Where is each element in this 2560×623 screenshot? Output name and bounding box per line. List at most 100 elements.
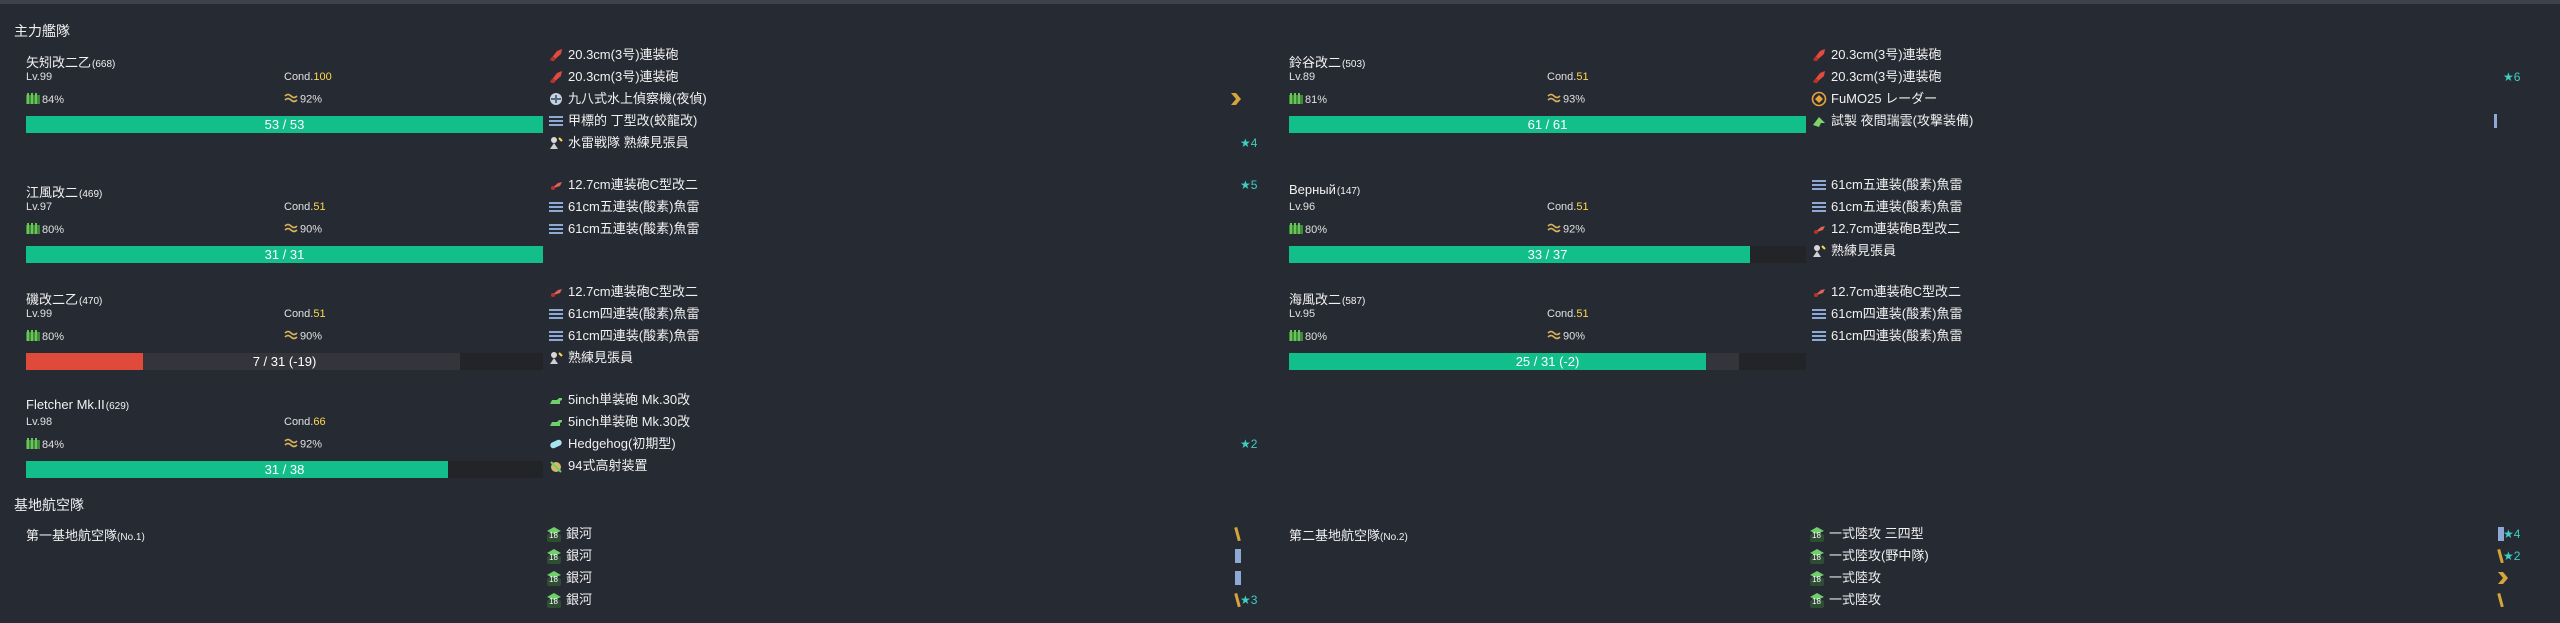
- squadron-slot[interactable]: 18 銀河: [546, 546, 592, 566]
- plane-count: 18: [1812, 574, 1821, 584]
- ship-cond: Cond.51: [1547, 71, 1589, 83]
- equipment-name: 5inch単装砲 Mk.30改: [568, 392, 691, 407]
- ship-cond: Cond.51: [284, 308, 326, 320]
- equipment-slot[interactable]: 熟練見張員: [1811, 241, 1896, 261]
- equipment-slot[interactable]: 水雷戦隊 熟練見張員: [548, 133, 689, 153]
- equipment-slot[interactable]: 12.7cm連装砲C型改二: [1811, 282, 1961, 302]
- equipment-name: 5inch単装砲 Mk.30改: [568, 414, 691, 429]
- equipment-name: 61cm五連装(酸素)魚雷: [568, 199, 700, 214]
- base-name[interactable]: 第一基地航空隊(No.1): [26, 525, 145, 544]
- ship-name-text: 矢矧改二乙: [26, 55, 92, 70]
- squadron-name: 一式陸攻: [1829, 570, 1882, 585]
- equipment-name: 12.7cm連装砲C型改二: [1831, 284, 1962, 299]
- ship-ammo: 80%: [1289, 223, 1327, 237]
- base-id: (No.1): [117, 532, 145, 543]
- equipment-slot[interactable]: 94式高射装置: [548, 456, 647, 476]
- proficiency-icon: [2497, 571, 2509, 588]
- ship-fuel: 90%: [284, 330, 322, 343]
- hp-bar: 53 / 53: [26, 116, 543, 133]
- equipment-slot[interactable]: 12.7cm連装砲B型改二: [1811, 219, 1960, 239]
- ship-name-text: 鈴谷改二: [1289, 55, 1342, 70]
- hp-bar: 61 / 61: [1289, 116, 1806, 133]
- equipment-slot[interactable]: 試製 夜間瑞雲(攻撃装備): [1811, 111, 1973, 131]
- ship-name[interactable]: 矢矧改二乙(668): [26, 52, 115, 71]
- squadron-name: 一式陸攻(野中隊): [1829, 548, 1929, 563]
- squadron-slot[interactable]: 18 一式陸攻: [1809, 590, 1881, 610]
- ship-level: Lv.98: [26, 416, 53, 428]
- cond-label: Cond.: [284, 71, 314, 83]
- equipment-name: 20.3cm(3号)連装砲: [568, 47, 679, 62]
- equipment-slot[interactable]: 5inch単装砲 Mk.30改: [548, 390, 690, 410]
- equipment-slot[interactable]: 61cm五連装(酸素)魚雷: [548, 219, 699, 239]
- equipment-slot[interactable]: 20.3cm(3号)連装砲: [1811, 67, 1942, 87]
- equipment-slot[interactable]: 61cm四連装(酸素)魚雷: [1811, 326, 1962, 346]
- ship-ammo: 80%: [26, 330, 64, 344]
- equipment-name: Hedgehog(初期型): [568, 436, 676, 451]
- proficiency-icon: [1234, 549, 1242, 566]
- ship-name[interactable]: Fletcher Mk.II(629): [26, 397, 129, 412]
- small-gun-red-icon: [1811, 284, 1827, 300]
- equipment-slot[interactable]: 61cm四連装(酸素)魚雷: [548, 326, 699, 346]
- torpedo-icon: [1811, 328, 1827, 344]
- fuel-icon: [284, 223, 298, 236]
- equipment-name: 61cm五連装(酸素)魚雷: [1831, 177, 1963, 192]
- cond-value: 100: [313, 71, 332, 83]
- equipment-slot[interactable]: 61cm五連装(酸素)魚雷: [1811, 197, 1962, 217]
- equipment-slot[interactable]: 61cm五連装(酸素)魚雷: [548, 197, 699, 217]
- equipment-slot[interactable]: 61cm四連装(酸素)魚雷: [1811, 304, 1962, 324]
- equipment-slot[interactable]: FuMO25 レーダー: [1811, 89, 1937, 109]
- seaplane-icon: [548, 91, 564, 107]
- ship-name-text: 江風改二: [26, 185, 79, 200]
- equipment-slot[interactable]: 61cm四連装(酸素)魚雷: [548, 304, 699, 324]
- lookout-icon: [548, 350, 564, 366]
- small-gun-green-icon: [548, 414, 564, 430]
- equipment-name: FuMO25 レーダー: [1831, 91, 1938, 106]
- ship-name[interactable]: 江風改二(469): [26, 182, 102, 201]
- ship-name[interactable]: 鈴谷改二(503): [1289, 52, 1365, 71]
- torpedo-icon: [548, 199, 564, 215]
- squadron-slot[interactable]: 18 銀河: [546, 590, 592, 610]
- torpedo-icon: [548, 221, 564, 237]
- equipment-slot[interactable]: 5inch単装砲 Mk.30改: [548, 412, 690, 432]
- lookout-icon: [1811, 243, 1827, 259]
- ship-name[interactable]: 磯改二乙(470): [26, 289, 102, 308]
- ship-level: Lv.97: [26, 201, 53, 213]
- equipment-slot[interactable]: 甲標的 丁型改(蛟龍改): [548, 111, 697, 131]
- squadron-name: 銀河: [566, 592, 593, 607]
- ammo-value: 80%: [42, 330, 65, 343]
- ammo-icon: [1289, 223, 1303, 237]
- cond-label: Cond.: [1547, 71, 1577, 83]
- fuel-value: 92%: [300, 438, 323, 451]
- cond-label: Cond.: [284, 416, 314, 428]
- equipment-name: 熟練見張員: [568, 350, 634, 365]
- equipment-slot[interactable]: 12.7cm連装砲C型改二: [548, 282, 698, 302]
- base-name[interactable]: 第二基地航空隊(No.2): [1289, 525, 1408, 544]
- cond-value: 51: [313, 201, 326, 213]
- squadron-slot[interactable]: 18 一式陸攻(野中隊): [1809, 546, 1929, 566]
- ship-ammo: 84%: [26, 438, 64, 452]
- ammo-icon: [1289, 330, 1303, 344]
- equipment-slot[interactable]: 20.3cm(3号)連装砲: [1811, 45, 1942, 65]
- equipment-slot[interactable]: 20.3cm(3号)連装砲: [548, 67, 679, 87]
- equipment-slot[interactable]: 61cm五連装(酸素)魚雷: [1811, 175, 1962, 195]
- squadron-slot[interactable]: 18 銀河: [546, 524, 592, 544]
- torpedo-icon: [1811, 199, 1827, 215]
- equipment-slot[interactable]: Hedgehog(初期型): [548, 434, 676, 454]
- equipment-slot[interactable]: 20.3cm(3号)連装砲: [548, 45, 679, 65]
- equipment-slot[interactable]: 九八式水上偵察機(夜偵): [548, 89, 707, 109]
- equipment-slot[interactable]: 12.7cm連装砲C型改二: [548, 175, 698, 195]
- squadron-slot[interactable]: 18 銀河: [546, 568, 592, 588]
- ship-name[interactable]: Верный(147): [1289, 182, 1360, 197]
- asw-icon: [548, 436, 564, 452]
- section-title-main-fleet: 主力艦隊: [14, 23, 70, 39]
- equipment-name: 水雷戦隊 熟練見張員: [568, 135, 689, 150]
- squadron-slot[interactable]: 18 一式陸攻: [1809, 568, 1881, 588]
- equipment-slot[interactable]: 熟練見張員: [548, 348, 633, 368]
- ship-name[interactable]: 海風改二(587): [1289, 289, 1365, 308]
- plane-count-icon: 18: [546, 592, 562, 608]
- improvement-star: ★5: [1240, 178, 1258, 192]
- ship-fuel: 92%: [284, 438, 322, 451]
- ship-id: (470): [79, 296, 103, 307]
- cond-label: Cond.: [1547, 308, 1577, 320]
- squadron-slot[interactable]: 18 一式陸攻 三四型: [1809, 524, 1924, 544]
